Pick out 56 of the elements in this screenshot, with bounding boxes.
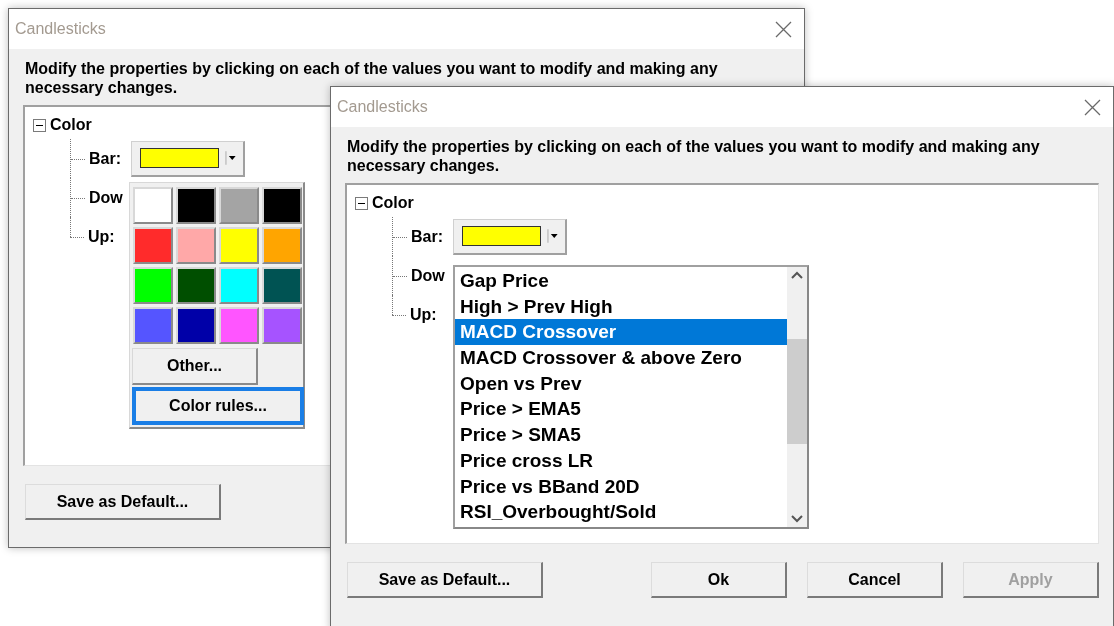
dialog-button[interactable]: Save as Default... <box>347 562 543 598</box>
palette-button[interactable]: Color rules... <box>132 387 304 425</box>
color-swatch[interactable] <box>262 267 302 304</box>
property-label: Dow <box>411 266 446 285</box>
close-icon <box>1084 98 1101 116</box>
list-item[interactable]: Price cross LR <box>455 447 787 474</box>
color-swatch[interactable] <box>219 307 259 344</box>
scroll-thumb[interactable] <box>787 339 807 444</box>
color-swatch[interactable] <box>219 267 259 304</box>
window-title: Candlesticks <box>15 20 106 38</box>
list-item[interactable]: Price > EMA5 <box>455 396 787 423</box>
list-item[interactable]: High > Prev High <box>455 293 787 320</box>
list-item[interactable]: Gap Price <box>455 268 787 294</box>
color-swatch[interactable] <box>133 307 173 344</box>
list-item[interactable]: Price vs BBand 20D <box>455 473 787 500</box>
color-swatch[interactable] <box>176 227 216 264</box>
property-label: Up: <box>410 305 438 324</box>
color-dropdown[interactable] <box>453 218 567 255</box>
scroll-up-icon[interactable] <box>791 271 803 279</box>
property-label: Bar: <box>411 227 444 246</box>
color-swatch[interactable] <box>133 227 173 264</box>
color-swatch[interactable] <box>219 227 259 264</box>
color-swatch[interactable] <box>176 187 216 224</box>
dialog-button[interactable]: Save as Default... <box>25 484 221 520</box>
scrollbar[interactable] <box>787 267 807 527</box>
color-swatch[interactable] <box>133 187 173 224</box>
property-label: Up: <box>88 227 116 246</box>
list-item[interactable]: Price > SMA5 <box>455 422 787 448</box>
palette-button[interactable]: Other... <box>132 348 258 385</box>
color-swatch[interactable] <box>219 187 259 224</box>
tree-node-label[interactable]: Color <box>372 194 414 212</box>
tree-node-label[interactable]: Color <box>50 116 92 134</box>
color-swatch[interactable] <box>262 187 302 224</box>
dialog-button[interactable]: Ok <box>651 562 787 598</box>
property-label: Dow <box>89 188 124 207</box>
instructions-text: Modify the properties by clicking on each of the values you want to modify and making any necessary changes. <box>25 59 719 97</box>
caret-icon <box>547 229 559 243</box>
color-swatch[interactable] <box>262 227 302 264</box>
close-icon <box>775 20 792 38</box>
collapse-icon[interactable] <box>33 118 46 132</box>
color-swatch[interactable] <box>176 267 216 304</box>
scroll-down-icon[interactable] <box>791 515 803 523</box>
collapse-icon[interactable] <box>355 196 368 210</box>
caret-icon <box>225 151 237 165</box>
color-swatch[interactable] <box>262 307 302 344</box>
color-swatch[interactable] <box>133 267 173 304</box>
list-item[interactable]: MACD Crossover <box>455 319 787 346</box>
color-swatch[interactable] <box>176 307 216 344</box>
property-label: Bar: <box>89 149 122 168</box>
list-item[interactable]: Open vs Prev <box>455 370 787 397</box>
list-item[interactable]: RSI_Overbought/Sold <box>455 499 787 525</box>
instructions-text: Modify the properties by clicking on each of the values you want to modify and making any necessary changes. <box>347 137 1041 175</box>
dialog-button[interactable]: Cancel <box>807 562 943 598</box>
list-item[interactable]: MACD Crossover & above Zero <box>455 345 787 371</box>
window-title: Candlesticks <box>337 98 428 116</box>
color-dropdown[interactable] <box>131 140 245 177</box>
